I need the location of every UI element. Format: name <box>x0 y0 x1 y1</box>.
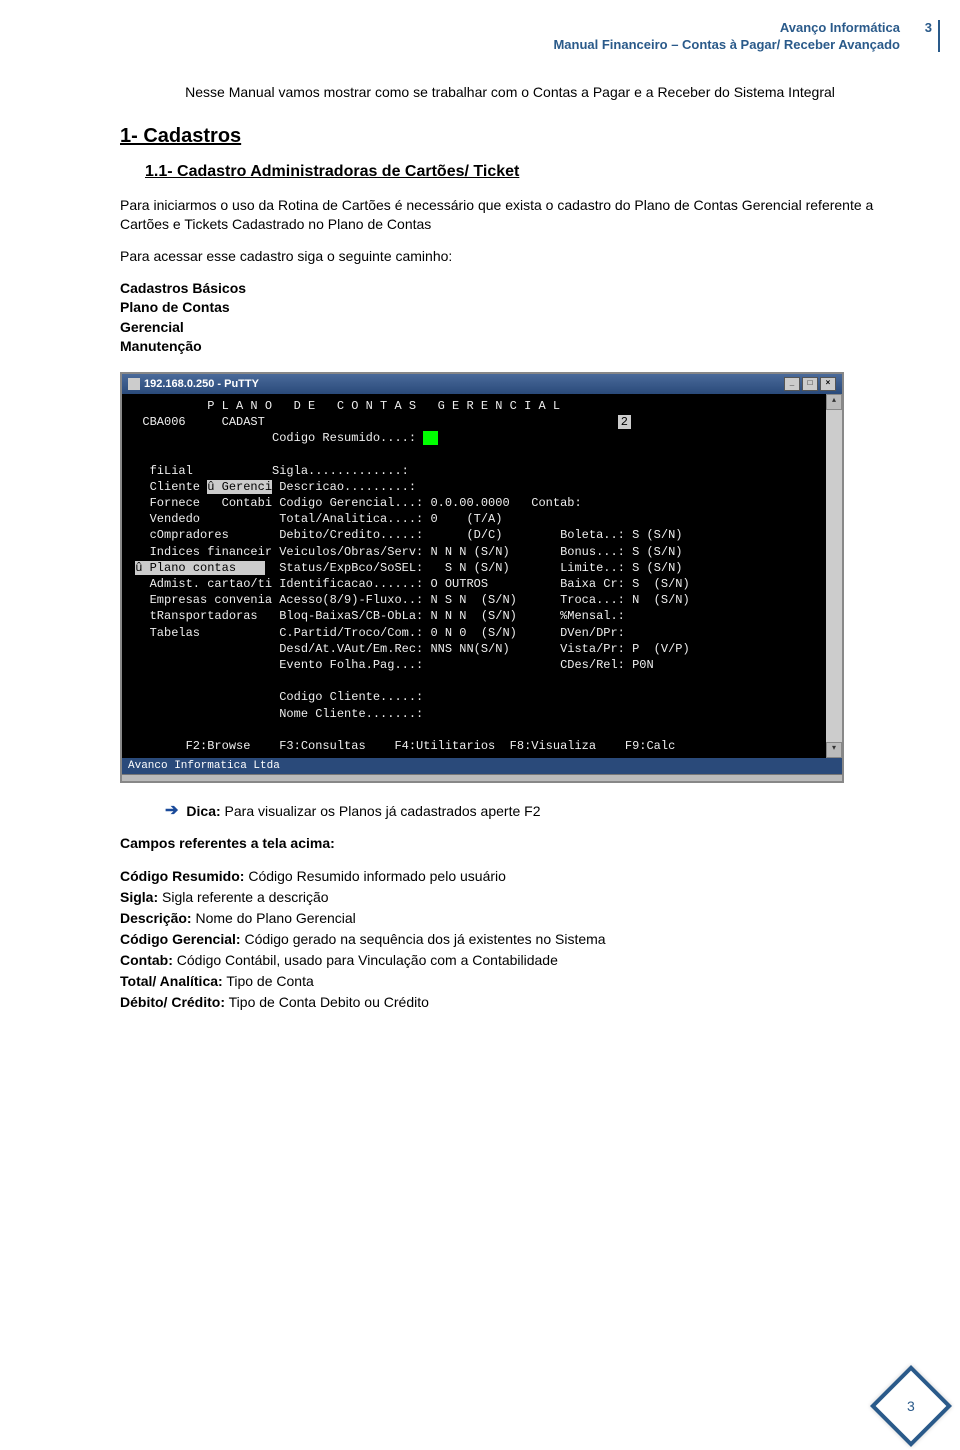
term-line-vendedor: Vendedo Total/Analitica....: 0 (T/A) <box>128 512 502 526</box>
field-codigo-gerencial: Código Gerencial: Código gerado na sequê… <box>120 929 900 950</box>
path-step-cadastros-basicos: Cadastros Básicos <box>120 279 900 299</box>
company-name: Avanço Informática <box>120 20 900 37</box>
window-buttons: _ □ × <box>784 377 836 391</box>
path-step-gerencial: Gerencial <box>120 318 900 338</box>
tip-row: ➔ Dica: Para visualizar os Planos já cad… <box>165 803 900 819</box>
tip-text: Dica: Para visualizar os Planos já cadas… <box>186 803 540 819</box>
field-contab: Contab: Código Contábil, usado para Vinc… <box>120 950 900 971</box>
path-step-plano-contas: Plano de Contas <box>120 298 900 318</box>
terminal-body: P L A N O D E C O N T A S G E R E N C I … <box>122 394 826 758</box>
page-number-top: 3 <box>925 20 932 37</box>
field-desc: Código Resumido informado pelo usuário <box>244 868 505 884</box>
term-cursor <box>423 431 437 445</box>
tip-label: Dica: <box>186 803 220 819</box>
term-program: CBA006 CADAST <box>128 415 265 429</box>
minimize-icon[interactable]: _ <box>784 377 800 391</box>
heading-cadastro-adm-cartoes: 1.1- Cadastro Administradoras de Cartões… <box>145 163 900 181</box>
terminal-resize-handle[interactable] <box>122 774 842 781</box>
term-line-indices: Indices financeir Veiculos/Obras/Serv: N… <box>128 545 683 559</box>
term-line-desd: Desd/At.VAut/Em.Rec: NNS NN(S/N) Vista/P… <box>128 642 690 656</box>
term-menu-gerencial-selected: û Gerenci <box>207 480 272 494</box>
term-title: P L A N O D E C O N T A S G E R E N C I … <box>128 399 560 413</box>
field-descricao: Descrição: Nome do Plano Gerencial <box>120 908 900 929</box>
putty-icon <box>128 378 140 390</box>
terminal-titlebar: 192.168.0.250 - PuTTY _ □ × <box>122 374 842 394</box>
field-codigo-resumido: Código Resumido: Código Resumido informa… <box>120 866 900 887</box>
term-line-empresas: Empresas convenia Acesso(8/9)-Fluxo..: N… <box>128 593 690 607</box>
term-page-indicator: 2 <box>618 415 631 429</box>
term-field-descricao: Descricao.........: <box>279 480 416 494</box>
term-field-codigo-cliente: Codigo Cliente.....: <box>128 690 423 704</box>
heading-cadastros-text: 1- Cadastros <box>120 125 241 147</box>
term-line-transportadoras: tRansportadoras Bloq-BaixaS/CB-ObLa: N N… <box>128 609 625 623</box>
term-line-compradores: cOmpradores Debito/Credito.....: (D/C) B… <box>128 528 683 542</box>
field-desc: Tipo de Conta <box>223 973 314 989</box>
intro-paragraph: Nesse Manual vamos mostrar como se traba… <box>120 84 900 100</box>
terminal-scrollbar[interactable]: ▴ ▾ <box>826 394 842 758</box>
paragraph-intro-rotina: Para iniciarmos o uso da Rotina de Cartõ… <box>120 196 900 235</box>
field-label: Código Gerencial: <box>120 931 241 947</box>
scroll-down-icon[interactable]: ▾ <box>826 742 842 758</box>
term-menu-plano-contas-selected: û Plano contas <box>135 561 265 575</box>
scroll-up-icon[interactable]: ▴ <box>826 394 842 410</box>
document-header: 3 Avanço Informática Manual Financeiro –… <box>120 20 900 54</box>
field-sigla: Sigla: Sigla referente a descrição <box>120 887 900 908</box>
term-line-tabelas: Tabelas C.Partid/Troco/Com.: 0 N 0 (S/N)… <box>128 626 625 640</box>
tip-body: Para visualizar os Planos já cadastrados… <box>221 803 541 819</box>
term-field-status: Status/ExpBco/SoSEL: S N (S/N) Limite..:… <box>279 561 682 575</box>
field-total-analitica: Total/ Analítica: Tipo de Conta <box>120 971 900 992</box>
field-desc: Tipo de Conta Debito ou Crédito <box>225 994 429 1010</box>
close-icon[interactable]: × <box>820 377 836 391</box>
paragraph-caminho: Para acessar esse cadastro siga o seguin… <box>120 247 900 267</box>
fields-heading: Campos referentes a tela acima: <box>120 834 900 854</box>
terminal-screenshot: 192.168.0.250 - PuTTY _ □ × P L A N O D … <box>120 372 844 783</box>
page-number-bottom: 3 <box>907 1398 915 1414</box>
navigation-path: Cadastros Básicos Plano de Contas Gerenc… <box>120 279 900 357</box>
term-function-keys: F2:Browse F3:Consultas F4:Utilitarios F8… <box>128 739 675 753</box>
field-label: Sigla: <box>120 889 158 905</box>
maximize-icon[interactable]: □ <box>802 377 818 391</box>
term-line-evento: Evento Folha.Pag...: CDes/Rel: P0N <box>128 658 654 672</box>
field-label: Total/ Analítica: <box>120 973 223 989</box>
term-field-codigo-resumido: Codigo Resumido....: <box>128 431 423 445</box>
page-number-badge: 3 <box>870 1365 952 1447</box>
field-debito-credito: Débito/ Crédito: Tipo de Conta Debito ou… <box>120 992 900 1013</box>
field-desc: Código gerado na sequência dos já existe… <box>241 931 606 947</box>
term-field-nome-cliente: Nome Cliente.......: <box>128 707 423 721</box>
field-label: Débito/ Crédito: <box>120 994 225 1010</box>
term-menu-cliente: Cliente <box>128 480 207 494</box>
term-line-fornece: Fornece Contabi Codigo Gerencial...: 0.0… <box>128 496 582 510</box>
fields-list: Código Resumido: Código Resumido informa… <box>120 866 900 1013</box>
term-line-admist-cartao: Admist. cartao/ti Identificacao......: O… <box>128 577 690 591</box>
arrow-right-icon: ➔ <box>165 803 178 819</box>
term-field-sigla: fiLial Sigla.............: <box>128 464 409 478</box>
terminal-status-line: Avanco Informatica Ltda <box>122 758 842 774</box>
field-label: Código Resumido: <box>120 868 244 884</box>
terminal-title: 192.168.0.250 - PuTTY <box>144 378 259 390</box>
field-label: Descrição: <box>120 910 192 926</box>
heading-cadastros: 1- Cadastros <box>120 125 900 148</box>
header-divider <box>938 20 940 52</box>
field-desc: Sigla referente a descrição <box>158 889 328 905</box>
document-title: Manual Financeiro – Contas à Pagar/ Rece… <box>120 37 900 54</box>
field-desc: Código Contábil, usado para Vinculação c… <box>173 952 558 968</box>
field-label: Contab: <box>120 952 173 968</box>
field-desc: Nome do Plano Gerencial <box>192 910 356 926</box>
path-step-manutencao: Manutenção <box>120 337 900 357</box>
